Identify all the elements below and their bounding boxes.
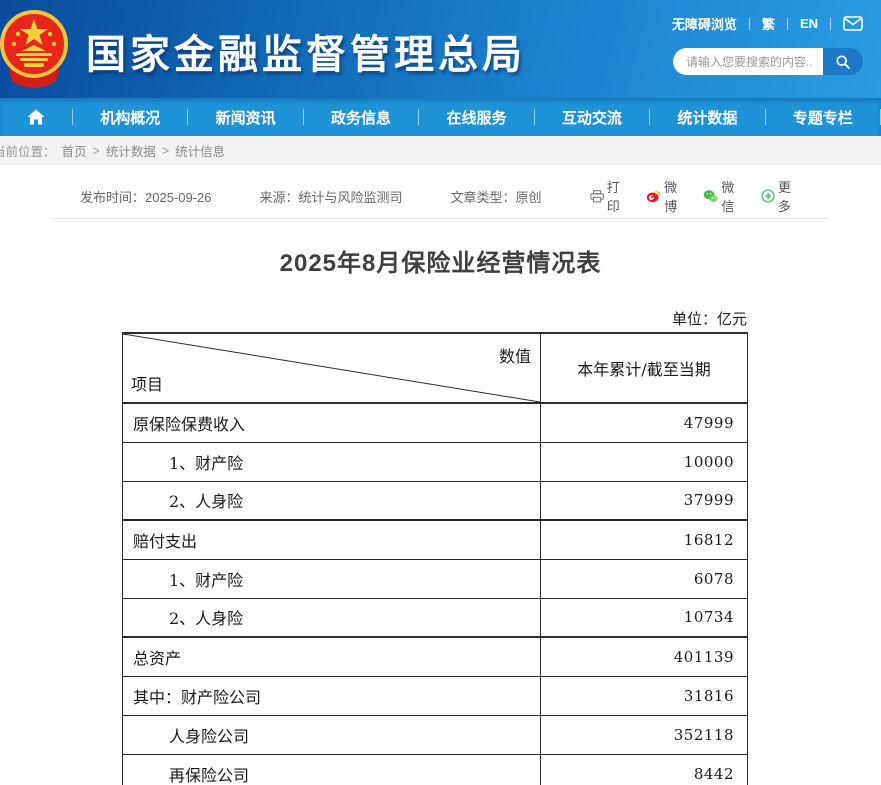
table-row: 2、人身险 10734 bbox=[122, 597, 748, 637]
unit-note: 单位：亿元 bbox=[671, 310, 747, 328]
weibo-share-button[interactable]: 微博 bbox=[646, 177, 687, 215]
search-button[interactable] bbox=[823, 48, 863, 75]
nav-item-online-service[interactable]: 在线服务 bbox=[419, 98, 533, 136]
corner-label-value: 数值 bbox=[498, 347, 531, 366]
table-row: 赔付支出 16812 bbox=[122, 519, 748, 559]
nav-item-interaction[interactable]: 互动交流 bbox=[535, 98, 649, 136]
table-row: 原保险保费收入 47999 bbox=[122, 402, 748, 442]
article-source: 来源：统计与风险监测司 bbox=[259, 189, 403, 205]
row-value: 16812 bbox=[540, 519, 748, 559]
diagonal-line bbox=[123, 334, 540, 402]
breadcrumb-stat-info[interactable]: 统计信息 bbox=[175, 141, 225, 160]
meta-divider bbox=[52, 218, 829, 219]
table-row: 1、财产险 10000 bbox=[122, 441, 748, 481]
top-utility-links: 无障碍浏览 繁 EN bbox=[672, 14, 863, 33]
row-value: 401139 bbox=[540, 636, 748, 676]
row-value: 10734 bbox=[540, 597, 748, 637]
traditional-chinese-link[interactable]: 繁 bbox=[762, 14, 775, 33]
nav-item-statistics[interactable]: 统计数据 bbox=[650, 98, 764, 136]
row-value: 31816 bbox=[540, 675, 748, 715]
nav-item-gov-info[interactable]: 政务信息 bbox=[304, 98, 418, 136]
main-nav: 机构概况 新闻资讯 政务信息 在线服务 互动交流 统计数据 专题专栏 bbox=[0, 98, 881, 136]
table-header-row: 数值 项目 本年累计/截至当期 bbox=[122, 333, 748, 404]
article-meta: 发布时间：2025-09-26 来源：统计与风险监测司 文章类型：原创 打印 微… bbox=[80, 180, 801, 214]
publish-date: 发布时间：2025-09-26 bbox=[80, 189, 212, 205]
breadcrumb-statistics[interactable]: 统计数据 bbox=[106, 141, 156, 160]
article-type: 文章类型：原创 bbox=[450, 189, 542, 205]
row-label: 1、财产险 bbox=[122, 441, 541, 481]
table-row: 总资产 401139 bbox=[122, 636, 748, 676]
row-value: 47999 bbox=[540, 402, 748, 442]
site-title[interactable]: 国家金融监督管理总局 bbox=[86, 22, 526, 80]
row-label: 1、财产险 bbox=[122, 558, 541, 598]
wechat-icon bbox=[703, 190, 718, 202]
statistics-table: 数值 项目 本年累计/截至当期 原保险保费收入 47999 1、财产险 1000… bbox=[122, 332, 748, 785]
row-label: 2、人身险 bbox=[122, 597, 541, 637]
magnifier-icon bbox=[836, 54, 850, 69]
national-emblem-logo bbox=[0, 10, 68, 88]
row-value: 10000 bbox=[540, 441, 748, 481]
row-value: 6078 bbox=[540, 558, 748, 598]
more-share-button[interactable]: 更多 bbox=[761, 177, 801, 215]
page-title: 2025年8月保险业经营情况表 bbox=[279, 250, 602, 277]
print-button[interactable]: 打印 bbox=[589, 177, 630, 215]
table-row: 人身险公司 352118 bbox=[122, 714, 748, 754]
row-value: 8442 bbox=[540, 753, 748, 785]
breadcrumb-separator: > bbox=[92, 143, 100, 158]
row-value: 352118 bbox=[540, 714, 748, 754]
row-label: 2、人身险 bbox=[122, 480, 541, 520]
row-label: 其中：财产险公司 bbox=[122, 675, 541, 715]
nav-item-about[interactable]: 机构概况 bbox=[73, 98, 187, 136]
corner-label-item: 项目 bbox=[131, 375, 164, 394]
search-bar bbox=[673, 48, 863, 75]
home-icon bbox=[27, 109, 45, 125]
printer-icon bbox=[589, 189, 604, 202]
divider bbox=[786, 17, 788, 30]
breadcrumb-separator: > bbox=[161, 143, 170, 158]
table-row: 1、财产险 6078 bbox=[122, 558, 748, 598]
accessibility-link[interactable]: 无障碍浏览 bbox=[672, 14, 737, 33]
row-label: 总资产 bbox=[122, 636, 541, 676]
divider bbox=[830, 17, 831, 30]
table-row: 其中：财产险公司 31816 bbox=[122, 675, 748, 715]
statistics-table-wrap: 单位：亿元 数值 项目 本年累计/截至当期 原保险保费收入 47999 1、财产… bbox=[122, 308, 748, 785]
breadcrumb-home[interactable]: 首页 bbox=[62, 141, 87, 160]
weibo-icon bbox=[646, 191, 661, 203]
breadcrumb: 当前位置： 首页 > 统计数据 > 统计信息 bbox=[0, 136, 881, 165]
nav-home[interactable] bbox=[0, 98, 72, 136]
row-label: 再保险公司 bbox=[122, 753, 541, 785]
row-label: 赔付支出 bbox=[122, 519, 541, 559]
plus-circle-icon bbox=[761, 189, 775, 203]
row-label: 人身险公司 bbox=[122, 714, 541, 754]
row-value: 37999 bbox=[540, 480, 748, 520]
table-row: 再保险公司 8442 bbox=[122, 753, 748, 785]
divider bbox=[748, 17, 750, 30]
english-link[interactable]: EN bbox=[800, 16, 818, 31]
table-row: 2、人身险 37999 bbox=[122, 480, 748, 520]
breadcrumb-prefix: 当前位置： bbox=[0, 145, 56, 159]
search-input[interactable] bbox=[673, 48, 823, 75]
mail-icon[interactable] bbox=[843, 16, 863, 31]
site-banner: 国家金融监督管理总局 无障碍浏览 繁 EN bbox=[0, 0, 881, 98]
wechat-share-button[interactable]: 微信 bbox=[703, 177, 744, 215]
corner-header-cell: 数值 项目 bbox=[122, 333, 541, 404]
nav-item-special-topics[interactable]: 专题专栏 bbox=[766, 98, 880, 136]
row-label: 原保险保费收入 bbox=[122, 402, 541, 442]
share-toolbar: 打印 微博 微信 更多 bbox=[589, 177, 801, 215]
value-column-header: 本年累计/截至当期 bbox=[540, 333, 748, 404]
nav-item-news[interactable]: 新闻资讯 bbox=[188, 98, 302, 136]
